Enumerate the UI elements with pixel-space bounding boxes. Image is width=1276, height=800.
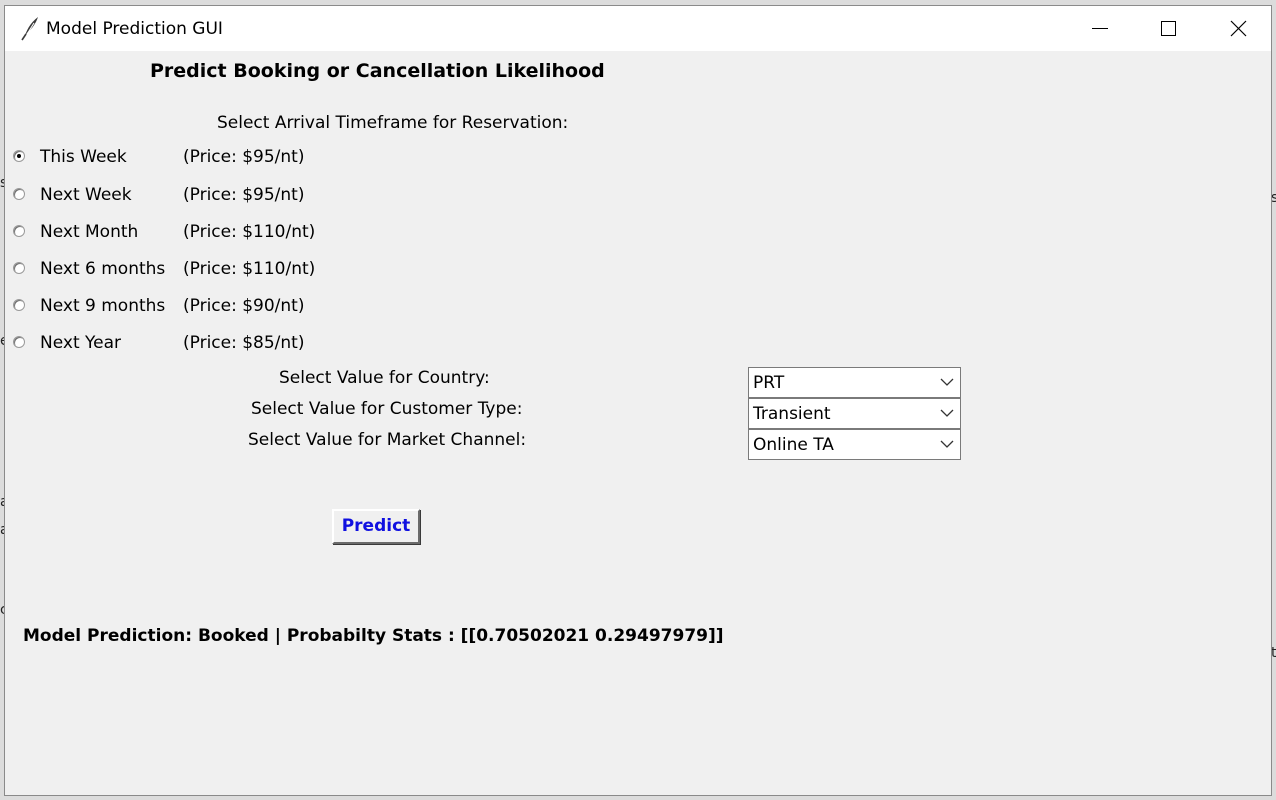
radio-button[interactable] xyxy=(13,150,25,162)
radio-button[interactable] xyxy=(13,188,25,200)
price-label: (Price: $85/nt) xyxy=(183,333,305,353)
radio-selected-dot xyxy=(17,154,21,158)
radio-button[interactable] xyxy=(13,336,25,348)
radio-label[interactable]: Next Week xyxy=(40,185,132,205)
radio-button[interactable] xyxy=(13,299,25,311)
market-channel-select[interactable]: Online TA xyxy=(748,429,961,460)
minimize-button[interactable] xyxy=(1065,6,1134,51)
window-title: Model Prediction GUI xyxy=(46,19,223,39)
radio-label[interactable]: Next 9 months xyxy=(40,296,165,316)
price-label: (Price: $90/nt) xyxy=(183,296,305,316)
chevron-down-icon[interactable] xyxy=(940,377,954,387)
market-channel-label: Select Value for Market Channel: xyxy=(248,430,527,450)
radio-next-9-months[interactable]: Next 9 months (Price: $90/nt) xyxy=(13,296,333,322)
radio-button[interactable] xyxy=(13,225,25,237)
price-label: (Price: $110/nt) xyxy=(183,259,316,279)
form-area: Predict Booking or Cancellation Likeliho… xyxy=(5,51,1271,795)
country-value: PRT xyxy=(753,373,785,393)
price-label: (Price: $110/nt) xyxy=(183,222,316,242)
radio-next-6-months[interactable]: Next 6 months (Price: $110/nt) xyxy=(13,259,333,285)
customer-type-select[interactable]: Transient xyxy=(748,398,961,429)
maximize-icon xyxy=(1161,21,1176,36)
radio-next-week[interactable]: Next Week (Price: $95/nt) xyxy=(13,185,333,211)
country-select[interactable]: PRT xyxy=(748,367,961,398)
price-label: (Price: $95/nt) xyxy=(183,147,305,167)
country-label: Select Value for Country: xyxy=(279,368,490,388)
app-window: Model Prediction GUI Predict Booking or … xyxy=(4,5,1272,796)
market-channel-value: Online TA xyxy=(753,435,834,455)
close-button[interactable] xyxy=(1203,6,1271,51)
customer-type-value: Transient xyxy=(753,404,831,424)
title-bar[interactable]: Model Prediction GUI xyxy=(5,6,1271,51)
price-label: (Price: $95/nt) xyxy=(183,185,305,205)
radio-button[interactable] xyxy=(13,262,25,274)
radio-next-month[interactable]: Next Month (Price: $110/nt) xyxy=(13,222,333,248)
radio-label[interactable]: This Week xyxy=(40,147,127,167)
feather-icon xyxy=(18,15,42,41)
chevron-down-icon[interactable] xyxy=(940,439,954,449)
predict-button[interactable]: Predict xyxy=(332,509,420,544)
chevron-down-icon[interactable] xyxy=(940,408,954,418)
radio-this-week[interactable]: This Week (Price: $95/nt) xyxy=(13,147,333,173)
radio-label[interactable]: Next 6 months xyxy=(40,259,165,279)
radio-label[interactable]: Next Month xyxy=(40,222,138,242)
maximize-button[interactable] xyxy=(1134,6,1203,51)
timeframe-prompt: Select Arrival Timeframe for Reservation… xyxy=(217,113,569,133)
radio-label[interactable]: Next Year xyxy=(40,333,121,353)
customer-type-label: Select Value for Customer Type: xyxy=(251,399,523,419)
prediction-result: Model Prediction: Booked | Probabilty St… xyxy=(23,626,724,646)
radio-next-year[interactable]: Next Year (Price: $85/nt) xyxy=(13,333,333,359)
minimize-icon xyxy=(1092,28,1108,29)
close-icon xyxy=(1230,20,1247,37)
page-title: Predict Booking or Cancellation Likeliho… xyxy=(150,60,605,82)
